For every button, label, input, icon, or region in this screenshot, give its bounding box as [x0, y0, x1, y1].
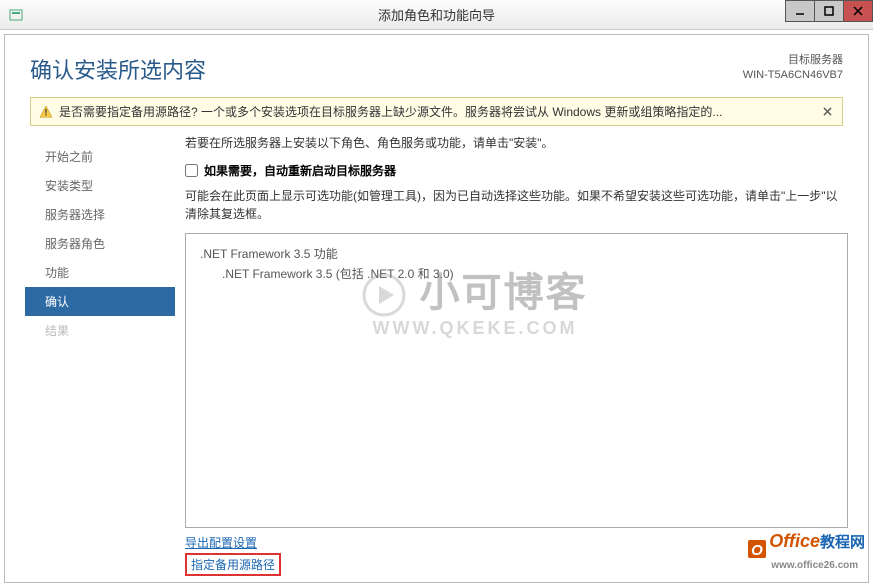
page-title: 确认安装所选内容 [30, 53, 206, 85]
warning-icon: ! [39, 105, 53, 119]
server-name: WIN-T5A6CN46VB7 [743, 68, 843, 83]
close-button[interactable] [843, 0, 873, 22]
sidebar: 开始之前 安装类型 服务器选择 服务器角色 功能 确认 结果 [5, 134, 175, 582]
server-info: 目标服务器 WIN-T5A6CN46VB7 [743, 53, 843, 84]
window-title: 添加角色和功能向导 [378, 5, 495, 24]
nav-confirm[interactable]: 确认 [25, 287, 175, 316]
footer-brand1: Office [769, 531, 820, 551]
warning-close-button[interactable] [820, 105, 834, 119]
footer-url: www.office26.com [771, 560, 858, 571]
server-label: 目标服务器 [743, 53, 843, 68]
window-controls [786, 0, 873, 24]
nav-features[interactable]: 功能 [35, 258, 175, 287]
auto-restart-row[interactable]: 如果需要，自动重新启动目标服务器 [185, 162, 848, 179]
feature-item: .NET Framework 3.5 功能 [200, 244, 833, 264]
alt-source-path-link[interactable]: 指定备用源路径 [191, 556, 275, 573]
instruction-text: 若要在所选服务器上安装以下角色、角色服务或功能，请单击"安装"。 [185, 134, 848, 152]
svg-text:O: O [751, 542, 763, 559]
footer-brand2: 教程网 [820, 534, 865, 551]
titlebar: 添加角色和功能向导 [0, 0, 873, 30]
nav-before-begin[interactable]: 开始之前 [35, 142, 175, 171]
nav-install-type[interactable]: 安装类型 [35, 171, 175, 200]
warning-bar: ! 是否需要指定备用源路径? 一个或多个安装选项在目标服务器上缺少源文件。服务器… [30, 97, 843, 126]
header: 确认安装所选内容 目标服务器 WIN-T5A6CN46VB7 [5, 35, 868, 97]
warning-text: 是否需要指定备用源路径? 一个或多个安装选项在目标服务器上缺少源文件。服务器将尝… [59, 103, 820, 120]
maximize-button[interactable] [814, 0, 844, 22]
app-icon [8, 7, 24, 23]
nav-server-select[interactable]: 服务器选择 [35, 200, 175, 229]
main-panel: 若要在所选服务器上安装以下角色、角色服务或功能，请单击"安装"。 如果需要，自动… [175, 134, 868, 582]
nav-results: 结果 [35, 316, 175, 345]
auto-restart-label: 如果需要，自动重新启动目标服务器 [204, 162, 396, 179]
feature-item: .NET Framework 3.5 (包括 .NET 2.0 和 3.0) [200, 264, 833, 284]
feature-list: .NET Framework 3.5 功能 .NET Framework 3.5… [185, 233, 848, 528]
office-icon: O [745, 537, 769, 568]
footer-logo: O Office教程网 www.office26.com [745, 531, 865, 573]
minimize-button[interactable] [785, 0, 815, 22]
auto-restart-checkbox[interactable] [185, 164, 198, 177]
nav-server-roles[interactable]: 服务器角色 [35, 229, 175, 258]
export-config-link[interactable]: 导出配置设置 [185, 534, 257, 551]
svg-text:!: ! [45, 107, 48, 117]
note-text: 可能会在此页面上显示可选功能(如管理工具)，因为已自动选择这些功能。如果不希望安… [185, 187, 848, 223]
